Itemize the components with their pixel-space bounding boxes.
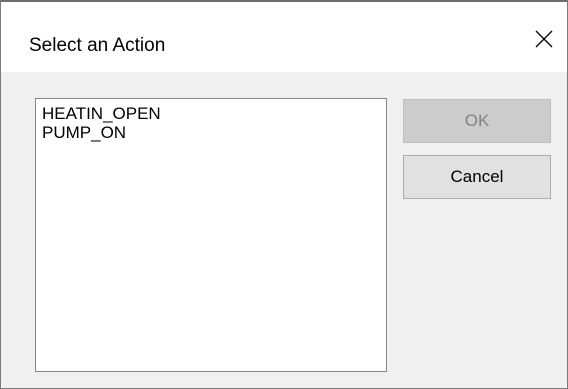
list-item-pump-on[interactable]: PUMP_ON bbox=[42, 123, 386, 142]
dialog-title: Select an Action bbox=[29, 35, 166, 56]
select-action-dialog: Select an Action HEATIN_OPEN PUMP_ON OK … bbox=[0, 0, 568, 389]
ok-button[interactable]: OK bbox=[403, 99, 551, 143]
close-button[interactable] bbox=[521, 16, 567, 66]
close-icon bbox=[535, 30, 553, 53]
dialog-titlebar[interactable]: Select an Action bbox=[1, 2, 567, 72]
cancel-button[interactable]: Cancel bbox=[403, 155, 551, 199]
list-item-heatin-open[interactable]: HEATIN_OPEN bbox=[42, 104, 386, 123]
actions-listbox[interactable]: HEATIN_OPEN PUMP_ON bbox=[35, 98, 387, 372]
